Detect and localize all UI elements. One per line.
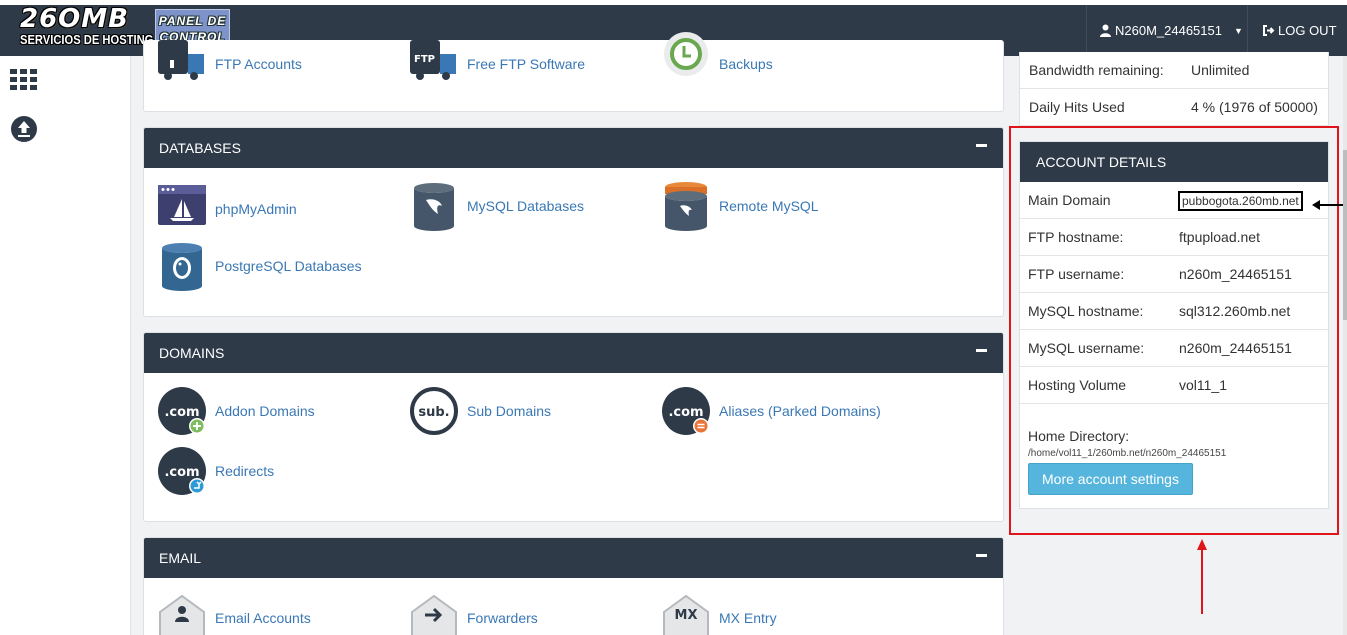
user-icon	[1100, 24, 1111, 37]
phpmyadmin-icon	[158, 185, 206, 233]
alias-domain-icon: .com	[662, 387, 710, 435]
logout-button[interactable]: LOG OUT	[1262, 5, 1337, 56]
upload-icon[interactable]	[10, 115, 38, 143]
email-accounts-label: Email Accounts	[215, 610, 311, 626]
user-menu[interactable]: N260M_24465151 ▼	[1086, 5, 1248, 56]
mx-entry-icon: MX	[662, 594, 710, 635]
forwarder-icon	[410, 594, 458, 635]
logout-icon	[1263, 25, 1275, 36]
left-arrow-annotation-icon	[1312, 200, 1344, 210]
stat-key: Bandwidth remaining:	[1029, 62, 1164, 78]
stat-value: 4 % (1976 of 50000)	[1191, 99, 1318, 115]
subdomain-icon: sub.	[410, 387, 458, 435]
up-arrow-annotation-icon	[1197, 539, 1207, 614]
scrollbar-thumb[interactable]	[1343, 150, 1347, 320]
addon-domains-label: Addon Domains	[215, 403, 315, 419]
svg-text:.com: .com	[668, 405, 703, 420]
ftp-accounts-label: FTP Accounts	[215, 56, 302, 72]
mx-entry-label: MX Entry	[719, 610, 777, 626]
mysql-icon	[410, 182, 458, 231]
collapse-icon[interactable]	[976, 349, 987, 352]
ftp-truck-icon	[158, 40, 206, 88]
collapse-icon[interactable]	[976, 554, 987, 557]
stat-row-bandwidth: Bandwidth remaining: Unlimited	[1019, 52, 1329, 89]
highlight-box	[1009, 126, 1339, 535]
databases-title: DATABASES	[159, 140, 241, 156]
collapse-icon[interactable]	[976, 144, 987, 147]
mysql-databases-link[interactable]: MySQL Databases	[410, 182, 584, 231]
aliases-label: Aliases (Parked Domains)	[719, 403, 881, 419]
domains-header: DOMAINS	[144, 333, 1003, 373]
page-scrollbar[interactable]	[1343, 56, 1347, 635]
mysql-databases-label: MySQL Databases	[467, 198, 584, 214]
sub-domains-label: Sub Domains	[467, 403, 552, 419]
caret-down-icon: ▼	[1233, 25, 1243, 36]
databases-panel: DATABASES phpMyAdmin MySQL Databases Rem…	[143, 127, 1004, 317]
files-panel: FTP Accounts FTP Free FTP Software Backu…	[143, 32, 1004, 112]
domains-title: DOMAINS	[159, 345, 225, 361]
phpmyadmin-link[interactable]: phpMyAdmin	[158, 185, 297, 233]
postgresql-databases-label: PostgreSQL Databases	[215, 258, 362, 274]
remote-mysql-link[interactable]: Remote MySQL	[662, 182, 819, 231]
email-panel: EMAIL Email Accounts Forwarders MX MX En…	[143, 537, 1004, 635]
logo-sub-text: SERVICIOS DE HOSTING	[20, 32, 154, 47]
backups-link[interactable]: Backups	[662, 32, 773, 88]
email-header: EMAIL	[144, 538, 1003, 578]
remote-mysql-icon	[662, 182, 710, 231]
stat-key: Daily Hits Used	[1029, 99, 1125, 115]
email-accounts-link[interactable]: Email Accounts	[158, 594, 311, 635]
databases-header: DATABASES	[144, 128, 1003, 168]
redirect-domain-icon: .com	[158, 447, 206, 495]
mx-entry-link[interactable]: MX MX Entry	[662, 594, 777, 635]
redirects-label: Redirects	[215, 463, 275, 479]
forwarders-label: Forwarders	[467, 610, 538, 626]
logout-label: LOG OUT	[1278, 23, 1337, 38]
ftp-truck-icon: FTP	[410, 40, 458, 88]
logo-main-text: 26OMB	[20, 4, 129, 34]
forwarders-link[interactable]: Forwarders	[410, 594, 538, 635]
email-title: EMAIL	[159, 550, 202, 566]
backup-clock-icon	[662, 32, 710, 88]
postgresql-icon	[158, 242, 206, 291]
addon-domain-icon: .com	[158, 387, 206, 435]
phpmyadmin-label: phpMyAdmin	[215, 201, 297, 217]
free-ftp-software-label: Free FTP Software	[467, 56, 586, 72]
free-ftp-software-link[interactable]: FTP Free FTP Software	[410, 40, 585, 88]
domains-panel: DOMAINS .com Addon Domains sub. Sub Doma…	[143, 332, 1004, 522]
backups-label: Backups	[719, 56, 773, 72]
site-logo[interactable]: 26OMB SERVICIOS DE HOSTING	[18, 4, 154, 52]
svg-text:MX: MX	[675, 608, 698, 623]
redirects-link[interactable]: .com Redirects	[158, 447, 274, 495]
postgresql-databases-link[interactable]: PostgreSQL Databases	[158, 242, 362, 291]
stat-row-daily-hits: Daily Hits Used 4 % (1976 of 50000)	[1019, 89, 1329, 126]
addon-domains-link[interactable]: .com Addon Domains	[158, 387, 315, 435]
grid-menu-icon[interactable]	[10, 69, 38, 91]
svg-text:.com: .com	[164, 405, 199, 420]
svg-text:.com: .com	[164, 465, 199, 480]
remote-mysql-label: Remote MySQL	[719, 198, 819, 214]
sub-domains-link[interactable]: sub. Sub Domains	[410, 387, 551, 435]
ftp-accounts-link[interactable]: FTP Accounts	[158, 40, 302, 88]
aliases-link[interactable]: .com Aliases (Parked Domains)	[662, 387, 881, 435]
email-account-icon	[158, 594, 206, 635]
svg-text:FTP: FTP	[414, 54, 435, 65]
panel-badge-line1: PANEL DE	[158, 14, 227, 28]
svg-text:sub.: sub.	[418, 405, 449, 420]
stat-value: Unlimited	[1191, 62, 1250, 78]
username-label: N260M_24465151	[1115, 23, 1222, 38]
